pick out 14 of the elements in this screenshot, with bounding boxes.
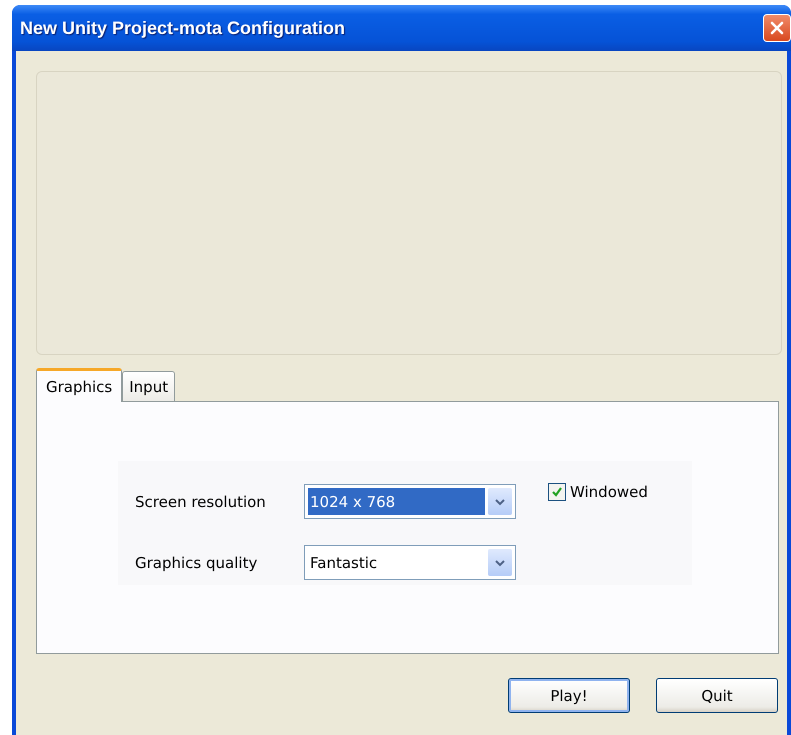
close-button[interactable] [763, 14, 791, 42]
close-icon [769, 20, 785, 36]
tab[interactable]: Graphics [36, 368, 122, 402]
checkbox-label: Windowed [570, 483, 648, 501]
dialog-button[interactable]: Play! [508, 678, 630, 713]
check-mark-icon [551, 486, 563, 498]
dialog-button[interactable]: Quit [656, 678, 778, 713]
tab[interactable]: Input [122, 371, 176, 401]
dropdown[interactable]: 1024 x 768 [304, 484, 516, 519]
window-title: New Unity Project-mota Configuration [20, 18, 346, 38]
checkbox[interactable] [548, 483, 566, 501]
dropdown[interactable]: Fantastic [304, 545, 516, 580]
setting-label: Graphics quality [135, 554, 258, 572]
setting-label: Screen resolution [135, 492, 267, 510]
